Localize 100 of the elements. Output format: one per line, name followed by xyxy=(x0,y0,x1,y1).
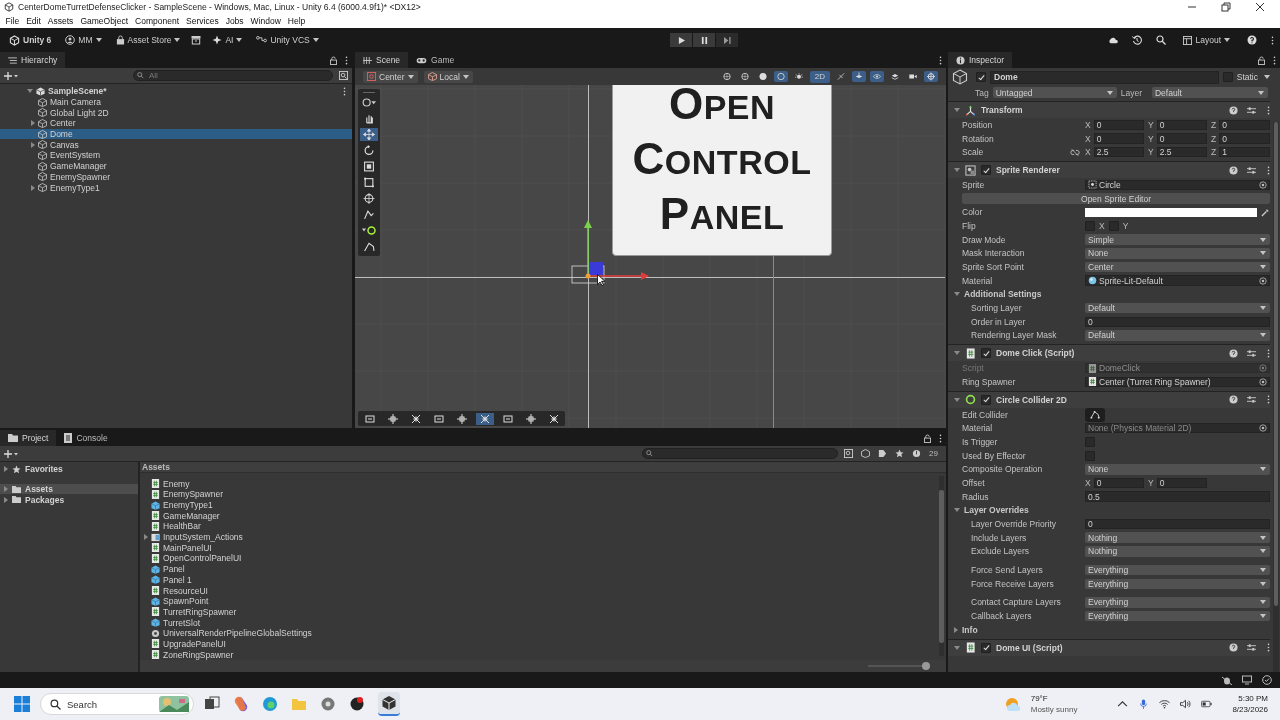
dropdown[interactable]: Everything xyxy=(1085,564,1270,576)
menu-item[interactable]: GameObject xyxy=(76,16,132,26)
menu-item[interactable]: Window xyxy=(247,16,285,26)
number-field[interactable]: 0 xyxy=(1156,477,1207,489)
scene-view[interactable]: OPEN CONTROL PANEL xyxy=(355,85,946,428)
breadcrumb[interactable]: Assets xyxy=(142,462,170,473)
asset-item[interactable]: ResourceUI xyxy=(144,585,946,596)
dropdown[interactable]: None xyxy=(1085,248,1270,259)
hierarchy-item[interactable]: Canvas xyxy=(0,139,352,151)
layout-button[interactable]: Layout xyxy=(1180,32,1233,48)
pivot-dropdown[interactable]: Center xyxy=(363,70,418,83)
dropdown[interactable]: Everything xyxy=(1085,597,1270,608)
asset-item[interactable]: TurretRingSpawner xyxy=(144,606,946,618)
hierarchy-item[interactable]: Global Light 2D xyxy=(0,107,352,119)
component-header[interactable]: Sprite Renderer xyxy=(948,161,1270,179)
asset-item[interactable]: EnemyType1 xyxy=(144,499,946,511)
number-field[interactable]: 0 xyxy=(1156,119,1207,131)
hierarchy-item[interactable]: GameManager xyxy=(0,160,352,172)
asset-store-button[interactable]: Asset Store xyxy=(112,32,184,48)
menu-item[interactable]: File xyxy=(2,16,23,26)
number-field[interactable]: 0 xyxy=(1156,133,1207,144)
component-header[interactable]: Dome UI (Script) xyxy=(948,638,1270,656)
menu-item[interactable]: Component xyxy=(131,16,183,26)
asset-item[interactable]: InputSystem_Actions xyxy=(144,531,946,543)
2d-mode-button[interactable]: 2D xyxy=(809,70,830,83)
asset-item[interactable]: HealthBar xyxy=(144,521,946,532)
asset-item[interactable]: Enemy xyxy=(144,478,946,489)
hierarchy-tab[interactable]: Hierarchy xyxy=(0,52,66,68)
menu-item[interactable]: Jobs xyxy=(222,16,248,26)
component-header[interactable]: Dome Click (Script) xyxy=(948,344,1270,362)
number-field[interactable]: 2.5 xyxy=(1156,146,1207,158)
asset-item[interactable]: ZoneRingSpawner xyxy=(144,649,946,660)
hierarchy-filter-field[interactable]: All xyxy=(133,70,333,81)
asset-item[interactable]: OpenControlPanelUI xyxy=(144,553,946,564)
hierarchy-item[interactable]: EnemySpawner xyxy=(0,171,352,183)
asset-item[interactable]: SpawnPoint xyxy=(144,595,946,607)
object-field[interactable]: Sprite-Lit-Default xyxy=(1085,275,1270,286)
space-dropdown[interactable]: Local xyxy=(423,70,473,83)
asset-item[interactable]: UniversalRenderPipelineGlobalSettings xyxy=(144,627,946,639)
unity-button[interactable]: Unity 6 xyxy=(6,32,55,48)
menu-item[interactable]: Services xyxy=(182,16,223,26)
clock-date[interactable]: 8/23/2026 xyxy=(1232,704,1268,715)
object-field[interactable]: None (Physics Material 2D) xyxy=(1085,422,1270,434)
foldout-header[interactable]: Layer Overrides xyxy=(954,505,1029,516)
folder-tree-item[interactable]: Favorites xyxy=(0,464,138,475)
asset-item[interactable]: MainPanelUI xyxy=(144,542,946,554)
sign-panel[interactable]: OPEN CONTROL PANEL xyxy=(612,85,832,256)
dropdown[interactable]: Everything xyxy=(1085,610,1270,622)
panel-tab[interactable]: Console xyxy=(56,430,116,446)
folder-tree-item[interactable]: Packages xyxy=(0,494,138,506)
dropdown[interactable]: Center xyxy=(1085,261,1270,273)
number-field[interactable]: 0 xyxy=(1085,316,1270,328)
version-control-button[interactable]: Unity VCS xyxy=(253,32,322,48)
view-tab[interactable]: Scene xyxy=(355,52,409,68)
number-field[interactable]: 1 xyxy=(1219,146,1270,158)
hierarchy-item[interactable]: EventSystem xyxy=(0,150,352,161)
object-field[interactable]: Circle xyxy=(1085,179,1270,191)
dropdown[interactable]: Default xyxy=(1085,302,1270,314)
account-button[interactable]: MM xyxy=(62,32,105,48)
foldout-header[interactable]: Info xyxy=(954,624,978,635)
ai-button[interactable]: AI xyxy=(209,32,246,48)
clock-time[interactable]: 5:30 PM xyxy=(1238,693,1268,704)
folder-tree-item[interactable]: Assets xyxy=(0,483,138,495)
number-field[interactable]: 2.5 xyxy=(1093,146,1144,158)
open-sprite-editor-button[interactable]: Open Sprite Editor xyxy=(962,193,1270,205)
inspector-tab[interactable]: Inspector xyxy=(948,52,1012,68)
asset-item[interactable]: Panel xyxy=(144,563,946,575)
number-field[interactable]: 0 xyxy=(1093,119,1144,131)
dropdown[interactable]: Everything xyxy=(1085,578,1270,590)
number-field[interactable]: 0 xyxy=(1093,133,1144,144)
number-field[interactable]: 0.5 xyxy=(1085,491,1270,502)
layer-dropdown[interactable]: Default xyxy=(1152,87,1268,98)
component-header[interactable]: Circle Collider 2D xyxy=(948,390,1270,408)
asset-item[interactable]: UpgradePanelUI xyxy=(144,638,946,650)
asset-item[interactable]: TurretSlot xyxy=(144,617,946,628)
number-field[interactable]: 0 xyxy=(1093,477,1144,489)
dropdown[interactable]: Nothing xyxy=(1085,532,1270,543)
asset-item[interactable]: EnemySpawner xyxy=(144,489,946,500)
dropdown[interactable]: Simple xyxy=(1085,234,1270,245)
dropdown[interactable]: Default xyxy=(1085,330,1270,341)
dropdown[interactable]: None xyxy=(1085,464,1270,475)
number-field[interactable]: 0 xyxy=(1219,133,1270,144)
asset-item[interactable]: GameManager xyxy=(144,510,946,522)
hierarchy-item[interactable]: Main Camera xyxy=(0,96,352,108)
number-field[interactable]: 0 xyxy=(1085,518,1270,530)
menu-item[interactable]: Edit xyxy=(22,16,45,26)
dropdown[interactable]: Nothing xyxy=(1085,546,1270,557)
name-field[interactable]: Dome xyxy=(990,70,1219,84)
asset-item[interactable]: Panel 1 xyxy=(144,574,946,586)
menu-item[interactable]: Help xyxy=(284,16,309,26)
scene-name[interactable]: SampleScene* xyxy=(48,86,107,97)
object-field[interactable]: Center (Turret Ring Spawner) xyxy=(1085,376,1270,388)
view-tab[interactable]: Game xyxy=(408,52,463,68)
hierarchy-item[interactable]: EnemyType1 xyxy=(0,182,352,193)
foldout-header[interactable]: Additional Settings xyxy=(954,289,1042,300)
hierarchy-item[interactable]: Dome xyxy=(0,128,352,140)
number-field[interactable]: 0 xyxy=(1219,119,1270,131)
tag-dropdown[interactable]: Untagged xyxy=(992,87,1117,98)
menu-item[interactable]: Assets xyxy=(44,16,77,26)
panel-tab[interactable]: Project xyxy=(0,430,57,446)
